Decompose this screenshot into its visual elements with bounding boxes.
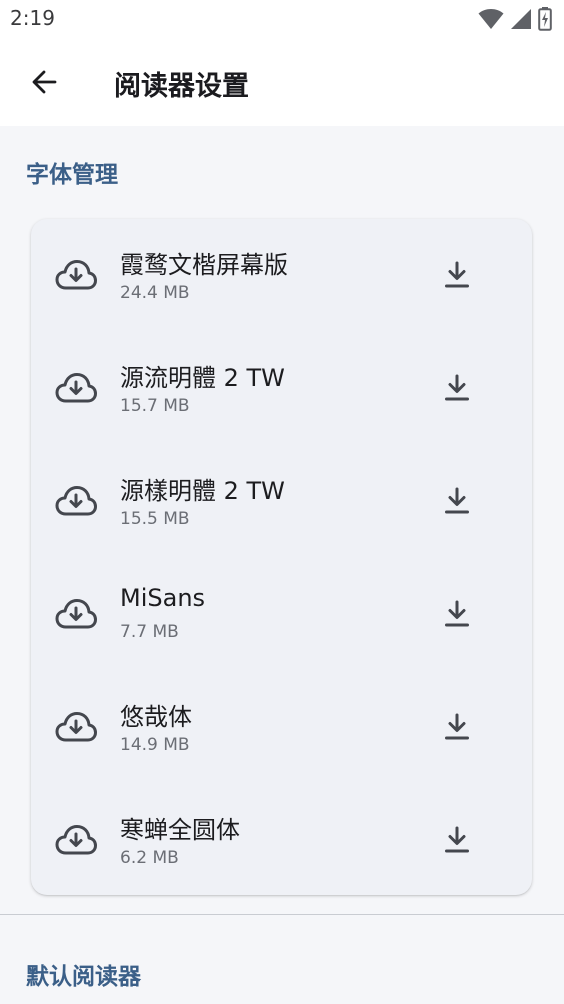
font-name: MiSans [120, 584, 206, 612]
font-name: 源流明體 2 TW [120, 364, 285, 392]
page-title: 阅读器设置 [114, 71, 249, 102]
download-icon [445, 713, 469, 740]
font-name: 源樣明體 2 TW [120, 477, 285, 505]
font-file-size: 14.9 MB [120, 735, 190, 755]
download-icon [445, 600, 469, 627]
font-item-6[interactable]: 寒蝉全圆体 6.2 MB [31, 784, 532, 897]
signal-icon [511, 9, 531, 29]
font-item-2[interactable]: 源流明體 2 TW 15.7 MB [31, 332, 532, 445]
settings-content[interactable]: 字体管理 霞鹜文楷屏幕版 24.4 MB 源流明體 2 TW 15.7 MB 源… [0, 126, 564, 1004]
download-icon [445, 487, 469, 514]
font-item-3[interactable]: 源樣明體 2 TW 15.5 MB [31, 445, 532, 558]
battery-icon [538, 7, 552, 31]
divider [0, 914, 564, 915]
cloud-download-icon [55, 599, 97, 629]
font-item-4[interactable]: MiSans 7.7 MB [31, 558, 532, 671]
font-name: 悠哉体 [120, 703, 192, 731]
font-item-5[interactable]: 悠哉体 14.9 MB [31, 671, 532, 784]
download-icon [445, 826, 469, 853]
font-file-size: 15.5 MB [120, 509, 190, 529]
font-name: 寒蝉全圆体 [120, 816, 240, 844]
font-file-size: 7.7 MB [120, 622, 179, 642]
download-button[interactable] [435, 366, 479, 410]
cloud-download-icon [55, 712, 97, 742]
font-item-1[interactable]: 霞鹜文楷屏幕版 24.4 MB [31, 219, 532, 332]
wifi-icon [478, 9, 504, 29]
app-bar: 阅读器设置 [0, 40, 564, 126]
download-button[interactable] [435, 592, 479, 636]
section-title-font-management: 字体管理 [26, 162, 118, 188]
font-list-card: 霞鹜文楷屏幕版 24.4 MB 源流明體 2 TW 15.7 MB 源樣明體 2… [31, 219, 532, 895]
download-button[interactable] [435, 818, 479, 862]
cloud-download-icon [55, 825, 97, 855]
status-bar: 2:19 [0, 0, 564, 40]
arrow-left-icon [32, 70, 57, 94]
font-file-size: 15.7 MB [120, 396, 190, 416]
cloud-download-icon [55, 486, 97, 516]
back-button[interactable] [22, 60, 66, 104]
download-button[interactable] [435, 705, 479, 749]
status-icons [478, 7, 552, 31]
download-icon [445, 374, 469, 401]
download-icon [445, 261, 469, 288]
cloud-download-icon [55, 373, 97, 403]
font-file-size: 6.2 MB [120, 848, 179, 868]
section-title-default-reader: 默认阅读器 [26, 964, 141, 990]
cloud-download-icon [55, 260, 97, 290]
font-file-size: 24.4 MB [120, 283, 190, 303]
font-name: 霞鹜文楷屏幕版 [120, 251, 288, 279]
download-button[interactable] [435, 479, 479, 523]
status-time: 2:19 [10, 6, 55, 30]
download-button[interactable] [435, 253, 479, 297]
